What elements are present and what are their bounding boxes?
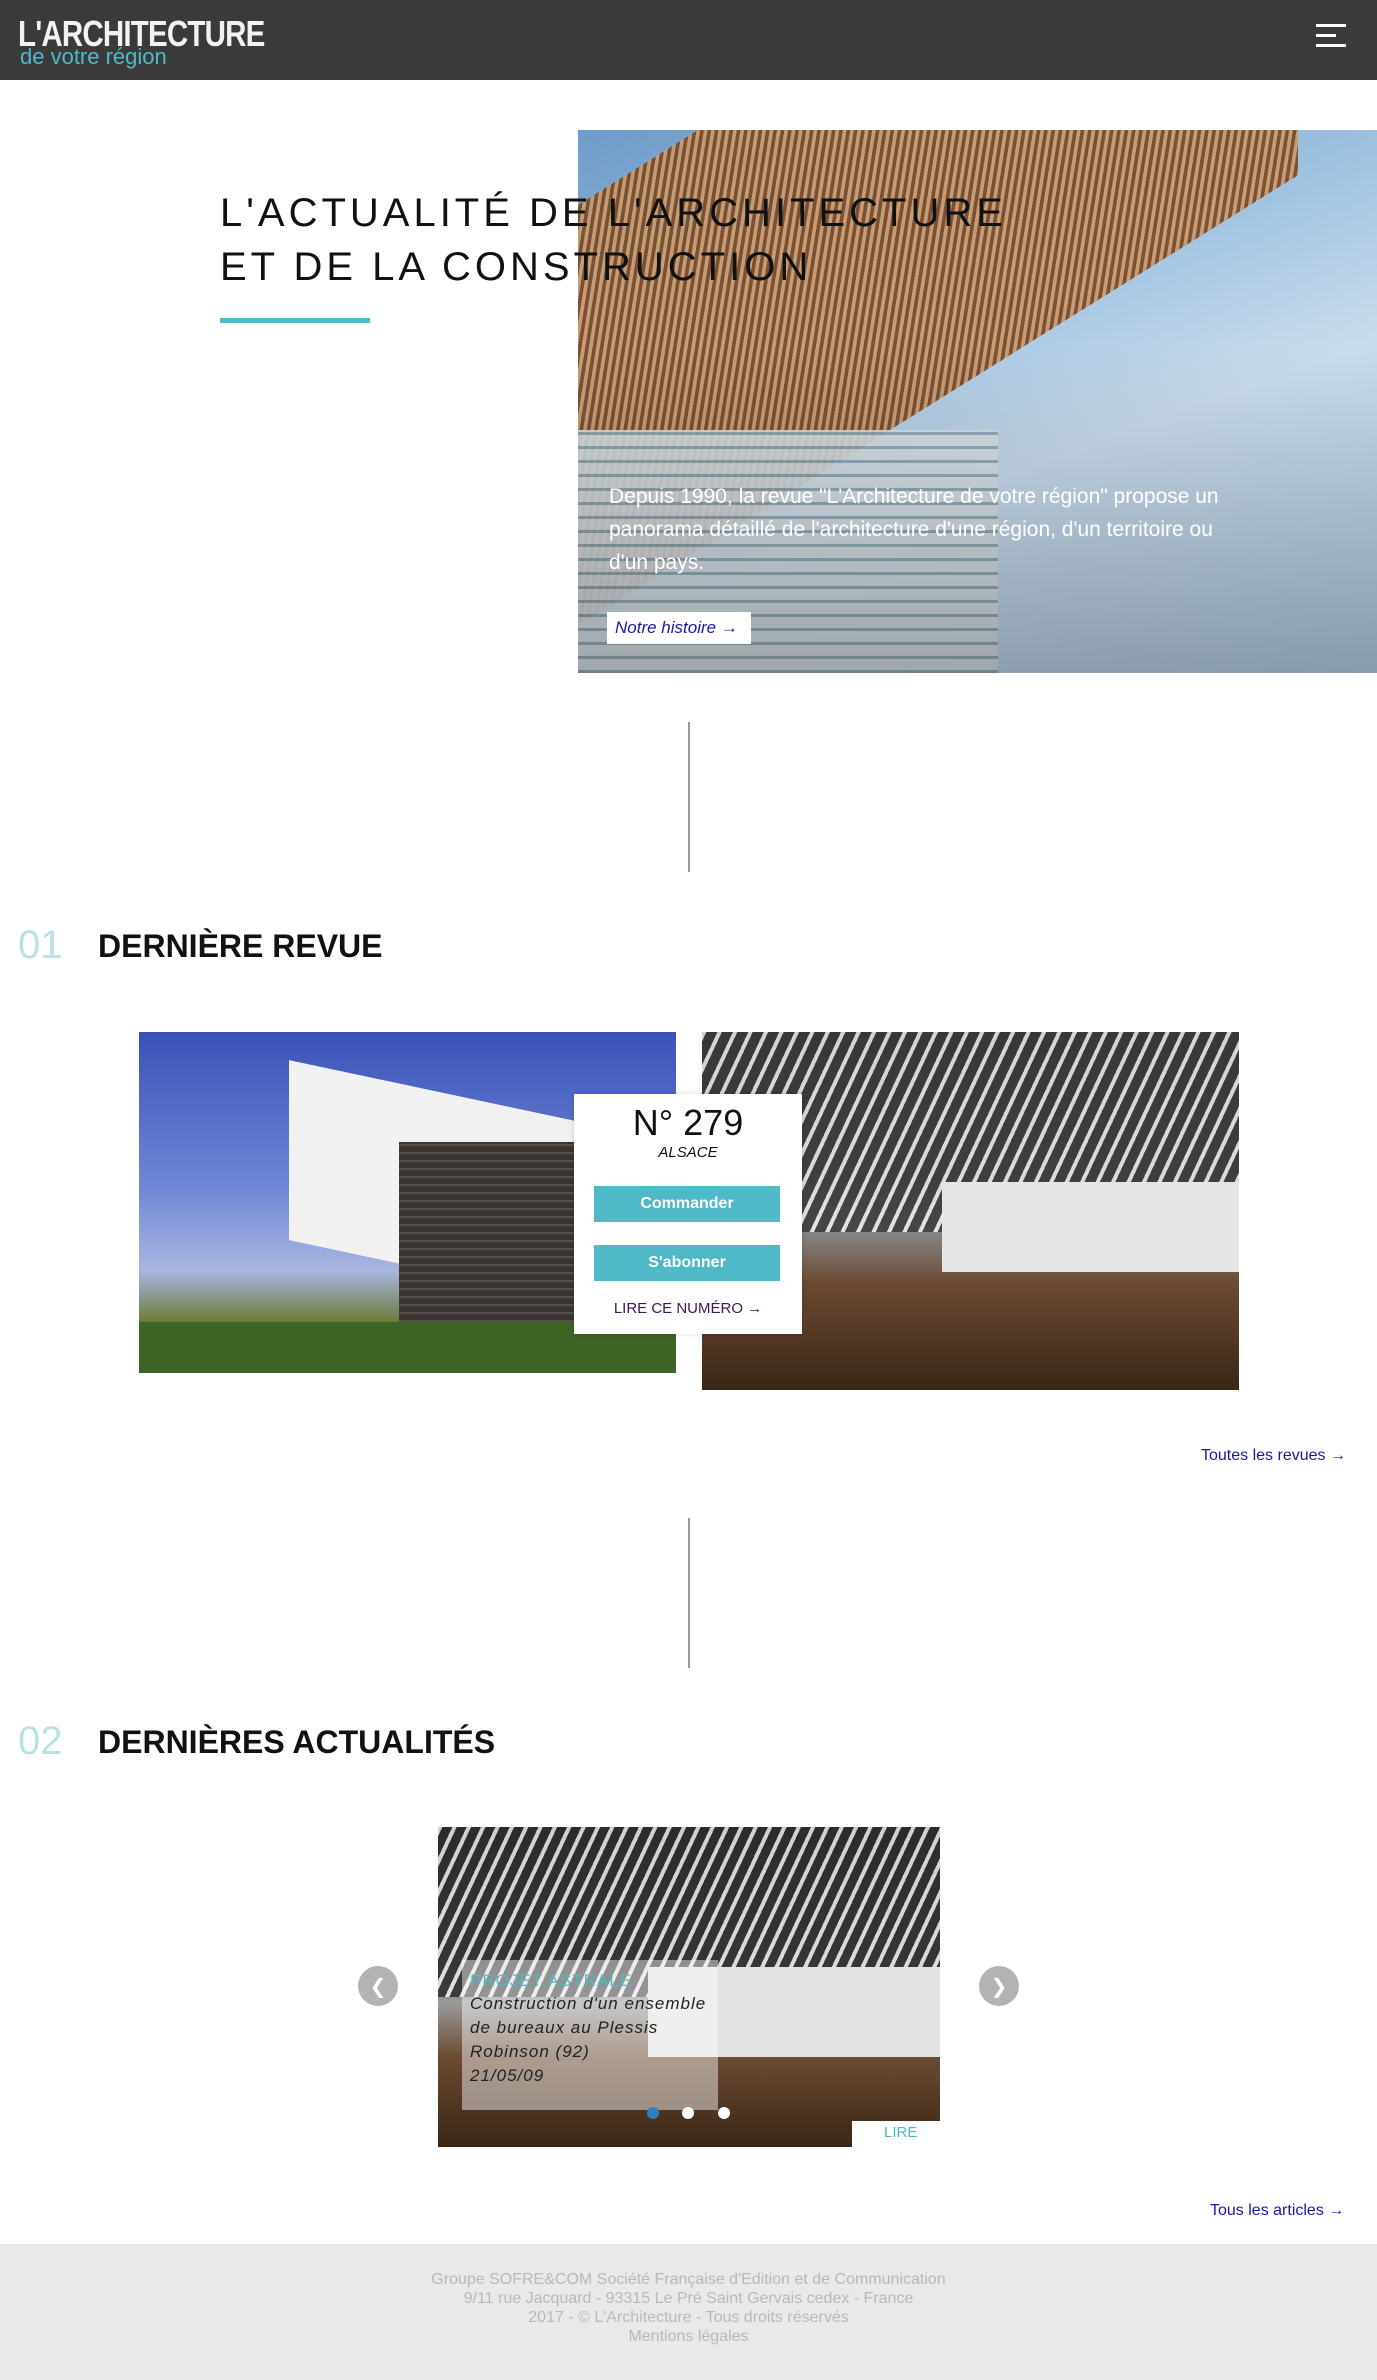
section-number: 02 [18,1719,63,1763]
section-number: 01 [18,923,63,967]
hero-accent-rule [220,318,370,323]
news-title[interactable]: PROJET ASTRALE [470,1970,710,1992]
menu-line [1316,44,1346,47]
news-description: Construction d'un ensemble de bureaux au… [470,1994,707,2061]
news-read-link[interactable]: LIRE [884,2124,917,2141]
site-logo[interactable]: L'ARCHITECTURE de votre région [18,14,265,70]
carousel-dot[interactable] [647,2107,659,2119]
read-issue-link[interactable]: LIRE CE NUMÉRO → [574,1300,802,1317]
hero-description: Depuis 1990, la revue "L'Architecture de… [609,485,1219,574]
section-title: DERNIÈRES ACTUALITÉS [98,1724,496,1760]
section-divider [688,722,690,872]
footer: Groupe SOFRE&COM Société Française d'Edi… [0,2244,1377,2380]
issue-card: N° 279 ALSACE Commander S'abonner LIRE C… [574,1094,802,1334]
issue-number: N° 279 [632,1102,744,1143]
legal-notice-link[interactable]: Mentions légales [0,2327,1377,2346]
hamburger-icon[interactable] [1314,22,1348,52]
menu-line [1316,24,1346,27]
footer-company: Groupe SOFRE&COM Société Française d'Edi… [431,2271,946,2288]
news-date: 21/05/09 [470,2066,545,2085]
issue-region: ALSACE [658,1144,718,1161]
footer-address: 9/11 rue Jacquard - 93315 Le Pré Saint G… [463,2290,914,2307]
all-articles-link[interactable]: Tous les articles → [1210,2202,1344,2220]
footer-text: Groupe SOFRE&COM Société Française d'Edi… [0,2270,1377,2346]
hero-title-line1: L'ACTUALITÉ DE L'ARCHITECTURE [220,191,1007,235]
section-title: DERNIÈRE REVUE [98,928,383,964]
all-reviews-link[interactable]: Toutes les revues → [1201,1447,1346,1465]
hero-title: L'ACTUALITÉ DE L'ARCHITECTURE ET DE LA C… [220,186,1007,294]
carousel-dot[interactable] [718,2107,730,2119]
carousel-next-icon[interactable]: ❯ [979,1966,1019,2006]
news-caption: PROJET ASTRALE Construction d'un ensembl… [462,1960,718,2110]
subscribe-button[interactable]: S'abonner [594,1245,780,1281]
interior-wall [942,1182,1239,1272]
order-button[interactable]: Commander [594,1186,780,1222]
carousel-prev-icon[interactable]: ❮ [358,1966,398,2006]
menu-line [1316,34,1336,37]
our-history-button[interactable]: Notre histoire → [607,612,751,644]
top-bar: L'ARCHITECTURE de votre région [0,0,1377,80]
carousel-dot[interactable] [682,2107,694,2119]
hero-title-line2: ET DE LA CONSTRUCTION [220,245,813,289]
logo-sub-text: de votre région [20,44,167,69]
footer-copyright: 2017 - © L'Architecture - Tous droits ré… [528,2309,849,2326]
section-divider [688,1518,690,1668]
